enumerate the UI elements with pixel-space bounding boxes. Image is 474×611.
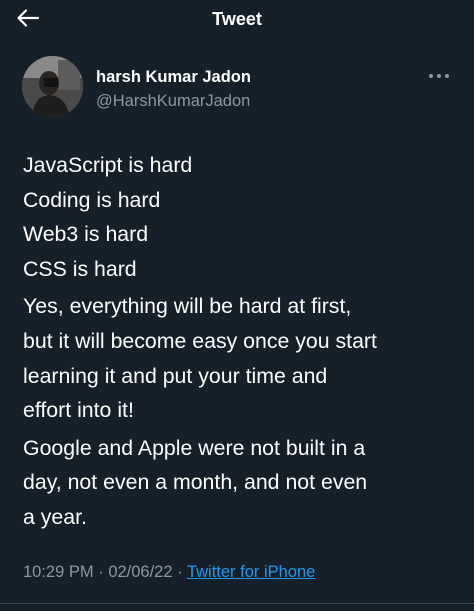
tweet-text: JavaScript is hard Coding is hard Web3 i… — [23, 148, 463, 535]
tweet-paragraph: JavaScript is hard Coding is hard Web3 i… — [23, 153, 193, 281]
tweet-date: 02/06/22 — [108, 563, 173, 581]
tweet-time: 10:29 PM — [23, 563, 94, 581]
avatar[interactable] — [22, 56, 83, 117]
page-title: Tweet — [212, 9, 262, 29]
divider — [0, 603, 474, 604]
avatar-photo — [22, 56, 83, 117]
author-handle[interactable]: @HarshKumarJadon — [96, 91, 250, 111]
meta-separator: · — [98, 563, 104, 581]
meta-separator: · — [177, 563, 183, 581]
tweet-source-link[interactable]: Twitter for iPhone — [187, 563, 315, 581]
tweet-paragraph: Yes, everything will be hard at first, b… — [23, 294, 377, 423]
tweet-metadata: 10:29 PM · 02/06/22 · Twitter for iPhone — [23, 561, 315, 583]
author-name[interactable]: harsh Kumar Jadon — [96, 67, 251, 87]
more-horizontal-icon[interactable] — [426, 68, 452, 84]
top-bar: Tweet — [0, 0, 474, 38]
tweet-paragraph: Google and Apple were not built in a day… — [23, 435, 368, 529]
